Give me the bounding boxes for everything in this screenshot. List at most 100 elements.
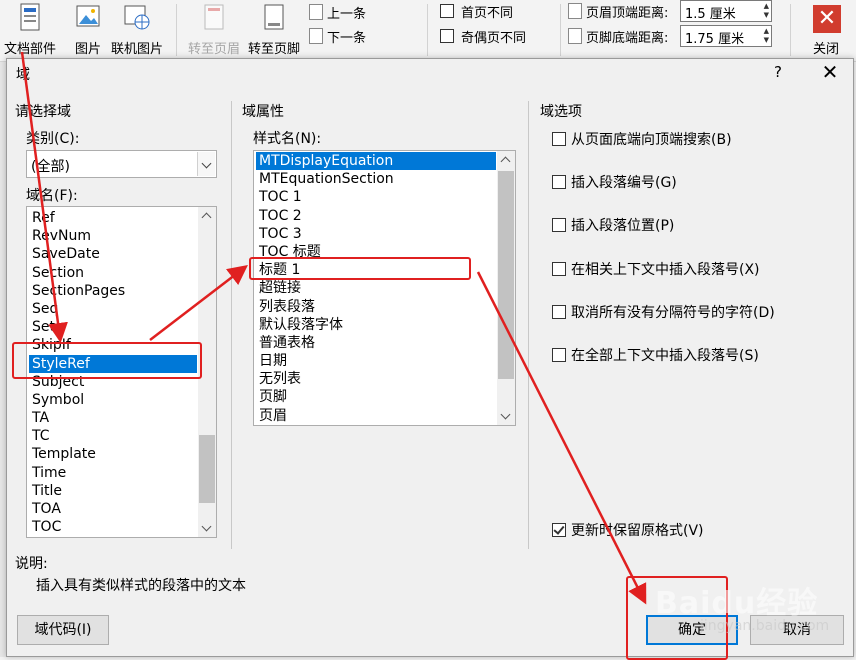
- category-label: 类别(C):: [26, 131, 80, 147]
- style-name-item[interactable]: TOC 标题: [256, 243, 496, 261]
- scroll-thumb[interactable]: [199, 435, 215, 503]
- field-option-checkbox[interactable]: 取消所有没有分隔符号的字符(D): [552, 302, 775, 322]
- style-name-item[interactable]: 页脚: [256, 388, 496, 406]
- close-header-footer-label: 关闭: [813, 42, 840, 57]
- style-name-item[interactable]: 页眉: [256, 407, 496, 425]
- style-name-item[interactable]: TOC 3: [256, 225, 496, 243]
- cancel-button[interactable]: 取消: [750, 615, 844, 645]
- style-name-item[interactable]: TOC 1: [256, 188, 496, 206]
- close-header-footer-icon[interactable]: ✕: [813, 5, 841, 33]
- style-name-item[interactable]: 标题 1: [256, 261, 496, 279]
- previous-button[interactable]: 上一条: [309, 2, 366, 22]
- style-names-list[interactable]: MTDisplayEquation MTEquationSection TOC 1T…: [253, 150, 516, 426]
- style-name-item[interactable]: 普通表格: [256, 334, 496, 352]
- field-name-item[interactable]: TOA: [29, 500, 197, 518]
- close-icon[interactable]: ✕: [817, 60, 843, 86]
- scroll-thumb[interactable]: [498, 171, 514, 379]
- field-name-item[interactable]: Ref: [29, 209, 197, 227]
- header-from-top-label: 页眉顶端距离:: [568, 1, 668, 21]
- description-label: 说明:: [15, 556, 48, 572]
- field-name-item[interactable]: SaveDate: [29, 245, 197, 263]
- go-to-header-button[interactable]: 转至页眉: [184, 0, 244, 58]
- chevron-down-icon[interactable]: [197, 152, 215, 176]
- column-separator: [528, 101, 529, 549]
- style-name-item[interactable]: TOC 2: [256, 207, 496, 225]
- footer-from-bottom-text: 页脚底端距离:: [586, 30, 669, 46]
- field-name-item[interactable]: Set: [29, 318, 197, 336]
- choose-field-heading: 请选择域: [15, 104, 71, 120]
- field-name-item[interactable]: Title: [29, 482, 197, 500]
- field-option-checkbox[interactable]: 从页面底端向顶端搜索(B): [552, 129, 732, 149]
- field-option-label: 插入段落位置(P): [571, 218, 675, 234]
- field-name-item[interactable]: TOC: [29, 518, 197, 536]
- style-names-scrollbar[interactable]: [497, 151, 515, 425]
- scroll-down-icon[interactable]: [497, 407, 515, 425]
- checkbox-box: [552, 262, 566, 276]
- go-to-footer-button[interactable]: 转至页脚: [244, 0, 304, 58]
- header-from-top-input[interactable]: 1.5 厘米 ▲ ▼: [680, 0, 772, 22]
- checkbox-box: [552, 218, 566, 232]
- checkbox-box: [440, 29, 454, 43]
- ribbon: 文档部件 图片 联机图片 转至页眉 转至页脚 上一条 下一条 首页不同 奇偶页不…: [0, 0, 856, 62]
- online-picture-button[interactable]: 联机图片: [107, 0, 167, 58]
- different-first-page-checkbox[interactable]: 首页不同: [440, 1, 513, 21]
- field-name-item[interactable]: Seq: [29, 300, 197, 318]
- different-odd-even-checkbox[interactable]: 奇偶页不同: [440, 26, 526, 46]
- previous-label: 上一条: [327, 6, 367, 22]
- header-from-top-text: 页眉顶端距离:: [586, 5, 669, 21]
- field-names-items: Ref RevNum SaveDate Section SectionPages Seq S…: [27, 209, 198, 536]
- field-name-item[interactable]: Template: [29, 445, 197, 463]
- field-option-checkbox[interactable]: 插入段落编号(G): [552, 172, 677, 192]
- description-text: 插入具有类似样式的段落中的文本: [36, 578, 246, 594]
- go-to-footer-label: 转至页脚: [247, 42, 300, 57]
- field-name-item[interactable]: RevNum: [29, 227, 197, 245]
- go-to-footer-icon: [264, 4, 284, 30]
- preserve-format-checkbox[interactable]: 更新时保留原格式(V): [552, 520, 704, 540]
- spin-arrows-icon[interactable]: ▲ ▼: [764, 27, 769, 45]
- field-option-checkbox[interactable]: 在全部上下文中插入段落号(S): [552, 345, 759, 365]
- field-name-item[interactable]: TC: [29, 427, 197, 445]
- field-option-checkbox[interactable]: 在相关上下文中插入段落号(X): [552, 259, 760, 279]
- scroll-up-icon[interactable]: [497, 151, 515, 169]
- footer-position-icon: [568, 28, 582, 44]
- header-from-top-value: 1.5 厘米: [685, 7, 736, 22]
- field-name-item[interactable]: SectionPages: [29, 282, 197, 300]
- field-option-label: 在全部上下文中插入段落号(S): [571, 348, 759, 364]
- field-option-checkbox[interactable]: 插入段落位置(P): [552, 215, 674, 235]
- scroll-up-icon[interactable]: [198, 207, 216, 225]
- field-names-scrollbar[interactable]: [198, 207, 216, 537]
- field-name-item[interactable]: StyleRef: [29, 354, 197, 373]
- footer-from-bottom-input[interactable]: 1.75 厘米 ▲ ▼: [680, 25, 772, 47]
- style-name-item[interactable]: 日期: [256, 352, 496, 370]
- field-name-item[interactable]: Section: [29, 264, 197, 282]
- field-names-list[interactable]: Ref RevNum SaveDate Section SectionPages Seq S…: [26, 206, 217, 538]
- style-name-item[interactable]: MTEquationSection: [256, 170, 496, 188]
- style-name-item[interactable]: 默认段落字体: [256, 316, 496, 334]
- field-name-item[interactable]: TA: [29, 409, 197, 427]
- style-name-item[interactable]: 列表段落: [256, 298, 496, 316]
- footer-from-bottom-label: 页脚底端距离:: [568, 26, 668, 46]
- help-icon[interactable]: ?: [768, 63, 788, 81]
- doc-parts-button[interactable]: 文档部件: [0, 0, 60, 58]
- scroll-down-icon[interactable]: [198, 519, 216, 537]
- field-name-item[interactable]: Time: [29, 464, 197, 482]
- field-name-item[interactable]: SkipIf: [29, 336, 197, 354]
- checkbox-box: [552, 132, 566, 146]
- style-names-items: MTDisplayEquation MTEquationSection TOC 1T…: [254, 152, 497, 425]
- spin-arrows-icon[interactable]: ▲ ▼: [764, 2, 769, 20]
- ok-button[interactable]: 确定: [646, 615, 738, 645]
- field-name-item[interactable]: Subject: [29, 373, 197, 391]
- checkbox-box: [552, 305, 566, 319]
- style-name-item[interactable]: 超链接: [256, 279, 496, 297]
- next-button[interactable]: 下一条: [309, 26, 366, 46]
- different-first-page-label: 首页不同: [461, 5, 514, 21]
- ribbon-separator: [176, 4, 177, 56]
- next-icon: [309, 28, 323, 44]
- style-name-item[interactable]: MTDisplayEquation: [256, 152, 496, 171]
- category-select[interactable]: (全部): [26, 150, 217, 178]
- field-name-item[interactable]: Symbol: [29, 391, 197, 409]
- online-picture-label: 联机图片: [110, 42, 163, 57]
- style-name-item[interactable]: 无列表: [256, 370, 496, 388]
- header-position-icon: [568, 3, 582, 19]
- field-codes-button[interactable]: 域代码(I): [17, 615, 109, 645]
